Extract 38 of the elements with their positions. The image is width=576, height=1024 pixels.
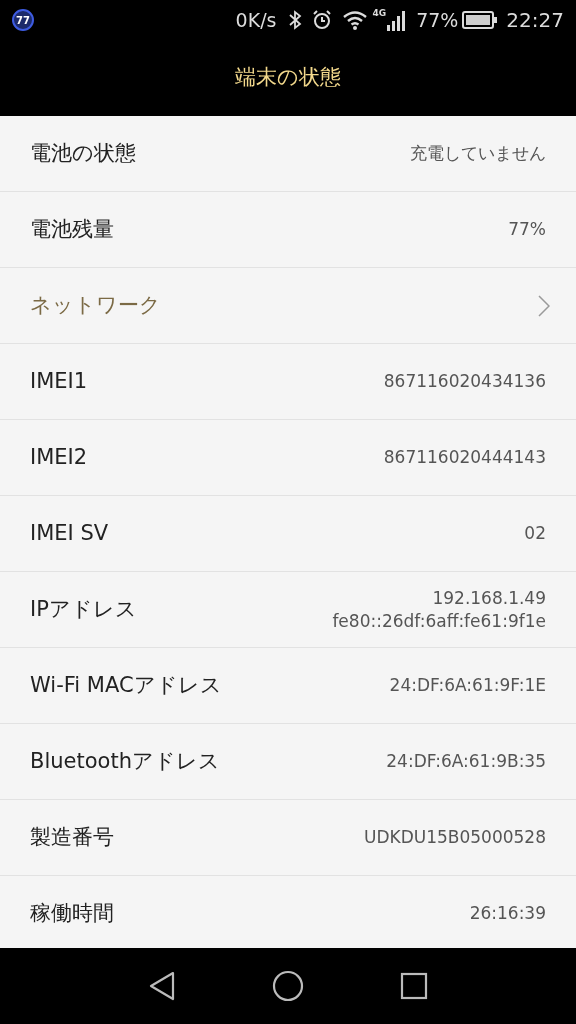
battery-icon	[462, 11, 499, 29]
row-label: 電池残量	[30, 215, 114, 243]
row-label: 電池の状態	[30, 139, 136, 167]
page-title: 端末の状態	[235, 64, 341, 92]
row-label: IPアドレス	[30, 595, 137, 623]
row-value: 24:DF:6A:61:9F:1E	[389, 674, 546, 697]
row-label: ネットワーク	[30, 291, 161, 319]
row-value: 77%	[508, 218, 546, 241]
recents-icon[interactable]	[400, 972, 428, 1000]
wifi-icon	[342, 10, 369, 30]
back-icon[interactable]	[148, 971, 176, 1001]
network-speed: 0K/s	[235, 7, 277, 33]
row-value: 02	[524, 522, 546, 545]
battery-percent: 77%	[416, 7, 459, 33]
row-value: 867116020444143	[383, 446, 546, 469]
bluetooth-icon	[288, 10, 303, 30]
row-label: IMEI SV	[30, 519, 109, 547]
chevron-right-icon	[538, 294, 550, 317]
signal-icon	[386, 9, 407, 31]
row-value: 867116020434136	[383, 370, 546, 393]
row-label: 製造番号	[30, 823, 114, 851]
row-value: fe80::26df:6aff:fe61:9f1e	[332, 609, 546, 633]
row-label: IMEI2	[30, 443, 88, 471]
row-value: 26:16:39	[469, 902, 546, 925]
row-label: IMEI1	[30, 367, 88, 395]
notification-badge: 77	[12, 9, 34, 31]
network-type: 4G	[372, 9, 387, 18]
row-label: Bluetoothアドレス	[30, 747, 220, 775]
row-value: 充電していません	[410, 142, 546, 165]
home-icon[interactable]	[272, 970, 304, 1002]
row-value: UDKDU15B05000528	[363, 826, 546, 849]
row-label: 稼働時間	[30, 899, 114, 927]
clock: 22:27	[506, 7, 564, 34]
network-row[interactable]: ネットワーク	[0, 268, 576, 344]
row-value: 192.168.1.49	[432, 586, 546, 610]
row-label: Wi-Fi MACアドレス	[30, 671, 222, 699]
row-value: 24:DF:6A:61:9B:35	[386, 750, 546, 773]
alarm-icon	[312, 10, 333, 30]
